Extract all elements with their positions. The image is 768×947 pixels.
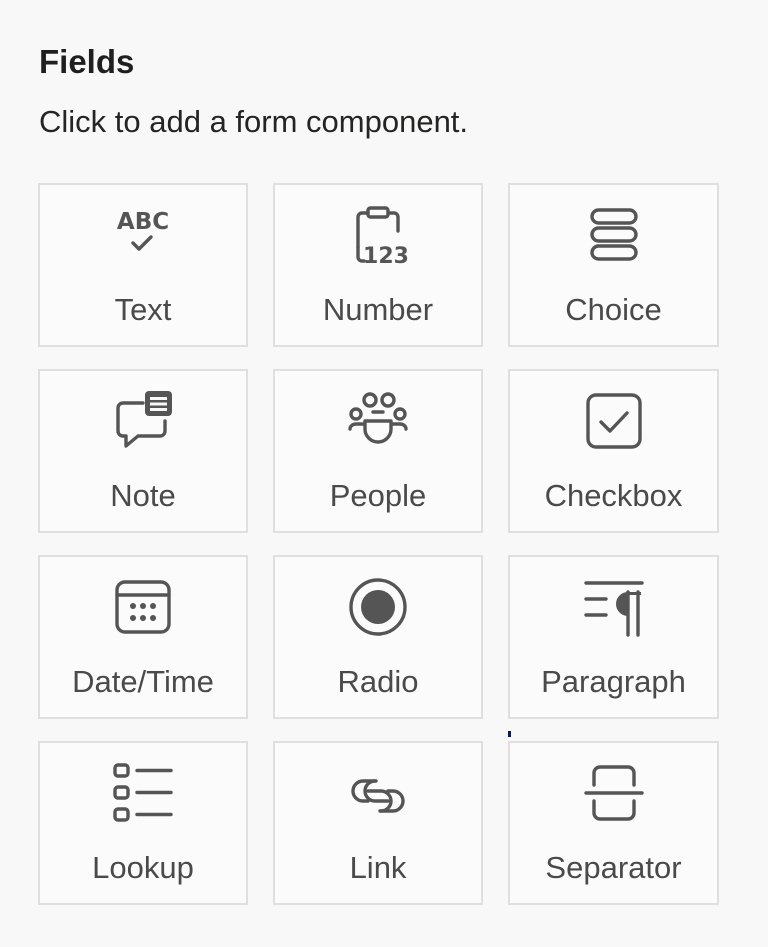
field-label: Choice (565, 292, 662, 327)
choice-stack-icon (582, 203, 646, 267)
field-label: People (329, 478, 427, 513)
field-tile-text[interactable]: ABC Text (38, 183, 248, 347)
field-label: Checkbox (544, 478, 683, 513)
people-group-icon (346, 389, 410, 453)
field-tile-number[interactable]: 123 Number (273, 183, 483, 347)
field-tile-link[interactable]: Link (273, 741, 483, 905)
number-123-icon: 123 (346, 203, 410, 267)
link-icon (346, 761, 410, 825)
field-label: Lookup (92, 850, 194, 885)
cursor-mark (508, 731, 511, 737)
fields-panel: Fields Click to add a form component. AB… (0, 0, 768, 947)
text-abc-check-icon: ABC (111, 203, 175, 267)
field-label: Number (322, 292, 434, 327)
field-label: Paragraph (541, 664, 686, 699)
field-tile-paragraph[interactable]: Paragraph (508, 555, 719, 719)
field-label: Radio (337, 664, 419, 699)
paragraph-icon (582, 575, 646, 639)
field-tile-note[interactable]: Note (38, 369, 248, 533)
calendar-icon (111, 575, 175, 639)
field-tile-checkbox[interactable]: Checkbox (508, 369, 719, 533)
field-label: Text (114, 292, 172, 327)
panel-title: Fields (39, 43, 135, 80)
radio-button-icon (346, 575, 410, 639)
field-label: Separator (545, 850, 682, 885)
svg-text:ABC: ABC (117, 209, 169, 235)
field-tile-choice[interactable]: Choice (508, 183, 719, 347)
lookup-list-icon (111, 761, 175, 825)
field-label: Link (349, 850, 407, 885)
separator-icon (582, 761, 646, 825)
note-chat-icon (111, 389, 175, 453)
panel-subtitle: Click to add a form component. (39, 104, 469, 139)
field-label: Date/Time (72, 664, 214, 699)
field-tile-people[interactable]: People (273, 369, 483, 533)
field-label: Note (110, 478, 176, 513)
field-tile-separator[interactable]: Separator (508, 741, 719, 905)
fields-grid: ABC Text 123 Number Choice Note People C… (38, 183, 719, 905)
field-tile-lookup[interactable]: Lookup (38, 741, 248, 905)
svg-text:123: 123 (363, 244, 409, 267)
field-tile-radio[interactable]: Radio (273, 555, 483, 719)
field-tile-date-time[interactable]: Date/Time (38, 555, 248, 719)
checkbox-icon (582, 389, 646, 453)
